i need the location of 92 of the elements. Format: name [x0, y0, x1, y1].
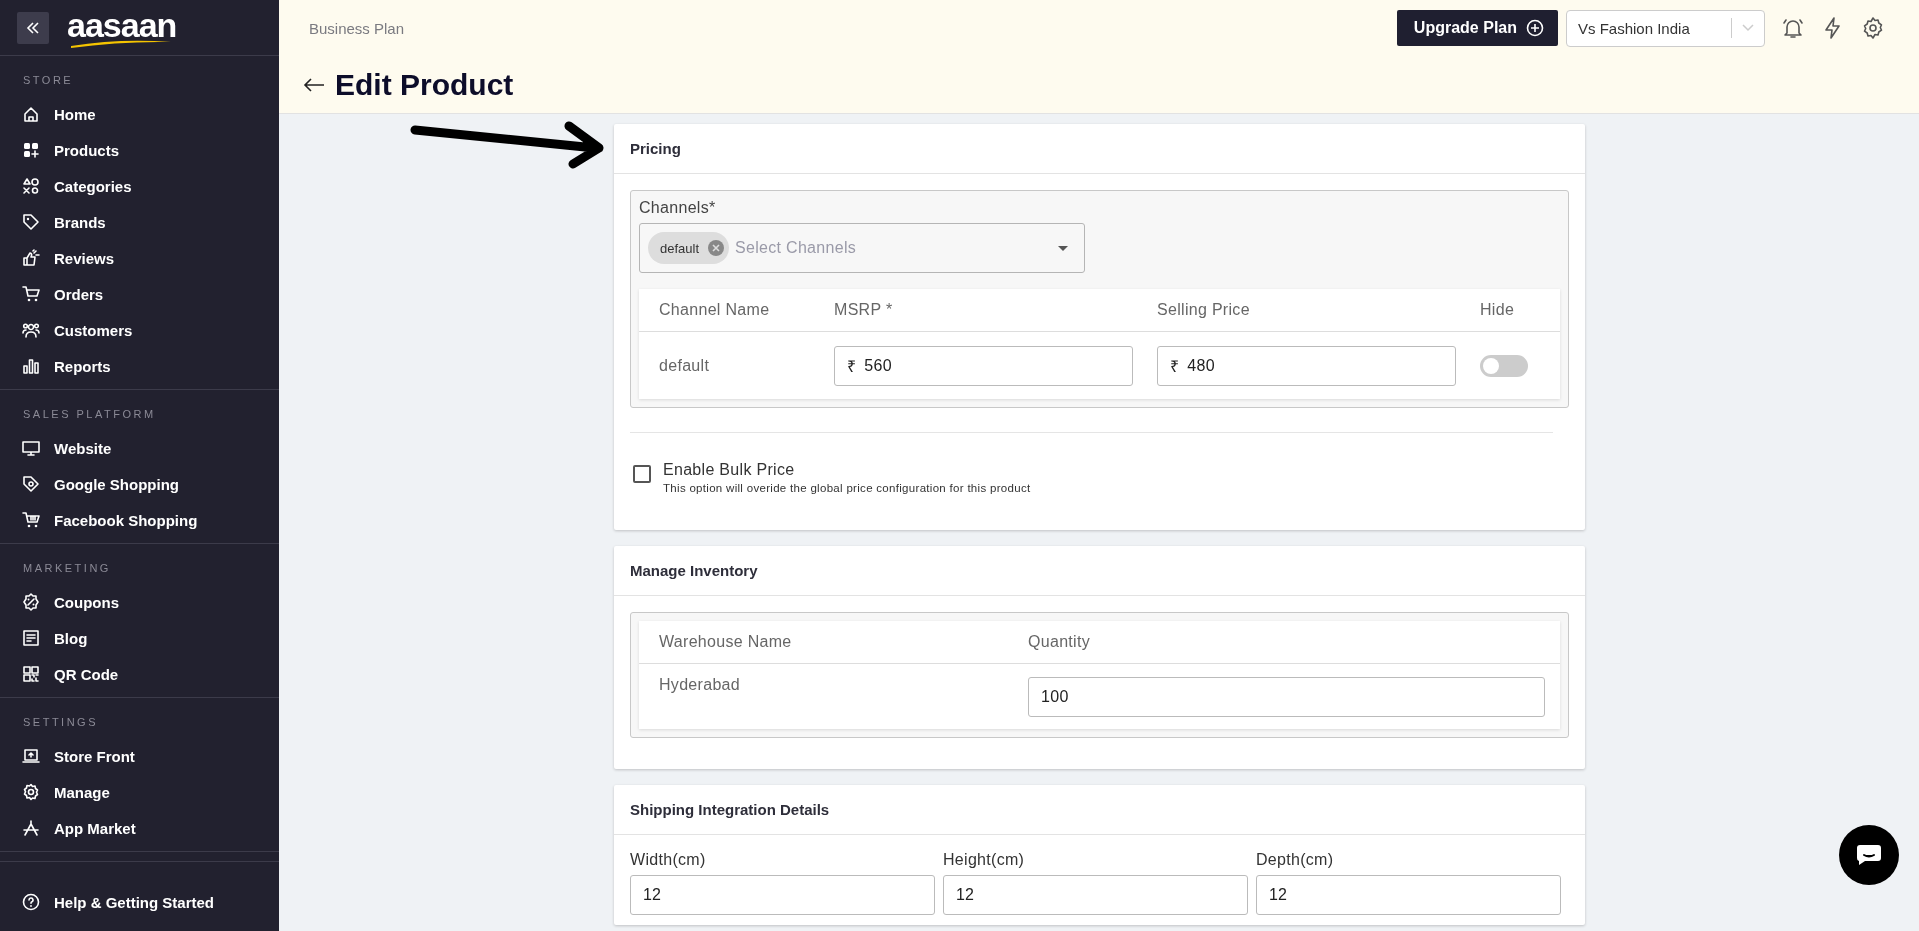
back-arrow-icon[interactable]: [303, 77, 325, 93]
helper-text: This option will overide the global price configuration for this product: [663, 482, 1031, 494]
sidebar-item[interactable]: Products: [0, 132, 279, 168]
hide-toggle[interactable]: [1480, 354, 1528, 377]
sidebar-item[interactable]: Home: [0, 96, 279, 132]
caret-icon: [1058, 245, 1068, 251]
help-icon: [22, 893, 40, 911]
field-label: Channels*: [639, 199, 717, 217]
sidebar-item[interactable]: Manage: [0, 774, 279, 810]
card-title: Pricing: [614, 124, 1585, 174]
people-icon: [22, 321, 40, 339]
sidebar-item[interactable]: Reviews: [0, 240, 279, 276]
tag-icon: [22, 475, 40, 493]
sidebar-item[interactable]: Categories: [0, 168, 279, 204]
placeholder-text: Select Channels: [735, 239, 857, 257]
input-field[interactable]: 12: [943, 875, 1248, 915]
laptop-icon: [22, 747, 40, 765]
checkbox-label: Enable Bulk Price: [663, 461, 796, 479]
input-value: 480: [1187, 356, 1215, 375]
column-header: Warehouse Name: [659, 633, 793, 651]
cart-icon: [22, 511, 40, 529]
sidebar-item[interactable]: Blog: [0, 620, 279, 656]
document-icon: [22, 629, 40, 647]
qr-code-icon: [22, 665, 40, 683]
close-icon: [707, 239, 726, 257]
monitor-icon: [22, 439, 40, 457]
drafting-compass-icon: [22, 819, 40, 837]
table-cell-text: Hyderabad: [659, 675, 741, 694]
section-heading: MARKETING: [22, 561, 112, 576]
field-label: Depth(cm): [1256, 851, 1335, 869]
sidebar-item[interactable]: Help & Getting Started: [0, 884, 279, 920]
column-header: Quantity: [1028, 633, 1091, 651]
input-field[interactable]: ₹ 560: [834, 345, 1133, 386]
currency-symbol: ₹: [847, 356, 857, 377]
bar-chart-icon: [22, 357, 40, 375]
chat-button[interactable]: [1839, 825, 1899, 885]
thumbs-up-icon: [22, 249, 40, 267]
card-title: Shipping Integration Details: [614, 785, 1585, 835]
column-header: Selling Price: [1157, 301, 1251, 319]
input-value: 12: [643, 886, 661, 904]
tag-icon: [22, 213, 40, 231]
column-header: MSRP *: [834, 301, 894, 319]
collapse-button[interactable]: [17, 11, 49, 44]
settings-icon[interactable]: [1861, 16, 1885, 40]
shapes-icon: [22, 177, 40, 195]
store-select[interactable]: Vs Fashion India: [1566, 9, 1765, 47]
chat-icon: [1856, 844, 1882, 866]
sidebar-item[interactable]: Coupons: [0, 584, 279, 620]
chevron-down-icon: [1742, 24, 1754, 32]
input-value: 100: [1041, 687, 1069, 706]
plus-circle-icon: [1526, 19, 1544, 37]
settings-icon: [22, 783, 40, 801]
column-header: Channel Name: [659, 301, 771, 319]
input-field[interactable]: 12: [1256, 875, 1561, 915]
channel-chip[interactable]: default: [648, 232, 730, 264]
bell-icon[interactable]: [1781, 16, 1805, 40]
grid-plus-icon: [22, 141, 40, 159]
sidebar-item[interactable]: Orders: [0, 276, 279, 312]
sidebar-item[interactable]: Facebook Shopping: [0, 502, 279, 538]
sidebar-item[interactable]: QR Code: [0, 656, 279, 692]
cart-icon: [22, 285, 40, 303]
sidebar-item[interactable]: Google Shopping: [0, 466, 279, 502]
section-heading: STORE: [22, 73, 75, 88]
input-value: 12: [956, 886, 974, 904]
page-title: Edit Product: [335, 68, 514, 102]
input-value: 12: [1269, 886, 1287, 904]
checkbox[interactable]: [633, 465, 651, 483]
channels-select[interactable]: default Select Channels: [639, 223, 1085, 273]
column-header: Hide: [1480, 301, 1516, 319]
currency-symbol: ₹: [1170, 356, 1180, 377]
section-heading: SETTINGS: [22, 715, 99, 730]
input-field[interactable]: ₹ 480: [1157, 345, 1456, 386]
logo: aasaan: [67, 7, 177, 48]
double-chevron-left-icon: [25, 19, 41, 36]
table-cell-text: default: [659, 356, 711, 375]
plan-label: Business Plan: [309, 19, 405, 37]
sidebar-item[interactable]: Store Front: [0, 738, 279, 774]
upgrade-plan-button[interactable]: Upgrade Plan: [1396, 10, 1558, 46]
input-field[interactable]: 12: [630, 875, 935, 915]
sidebar-item[interactable]: Reports: [0, 348, 279, 384]
home-icon: [22, 105, 40, 123]
discount-badge-icon: [22, 593, 40, 611]
sidebar-item[interactable]: Website: [0, 430, 279, 466]
field-label: Height(cm): [943, 851, 1026, 869]
section-heading: SALES PLATFORM: [22, 407, 157, 422]
card-title: Manage Inventory: [614, 546, 1585, 596]
field-label: Width(cm): [630, 851, 707, 869]
sidebar-item[interactable]: Brands: [0, 204, 279, 240]
sidebar-item[interactable]: Customers: [0, 312, 279, 348]
sidebar-item[interactable]: App Market: [0, 810, 279, 846]
input-field[interactable]: 100: [1028, 676, 1545, 717]
input-value: 560: [864, 356, 892, 375]
